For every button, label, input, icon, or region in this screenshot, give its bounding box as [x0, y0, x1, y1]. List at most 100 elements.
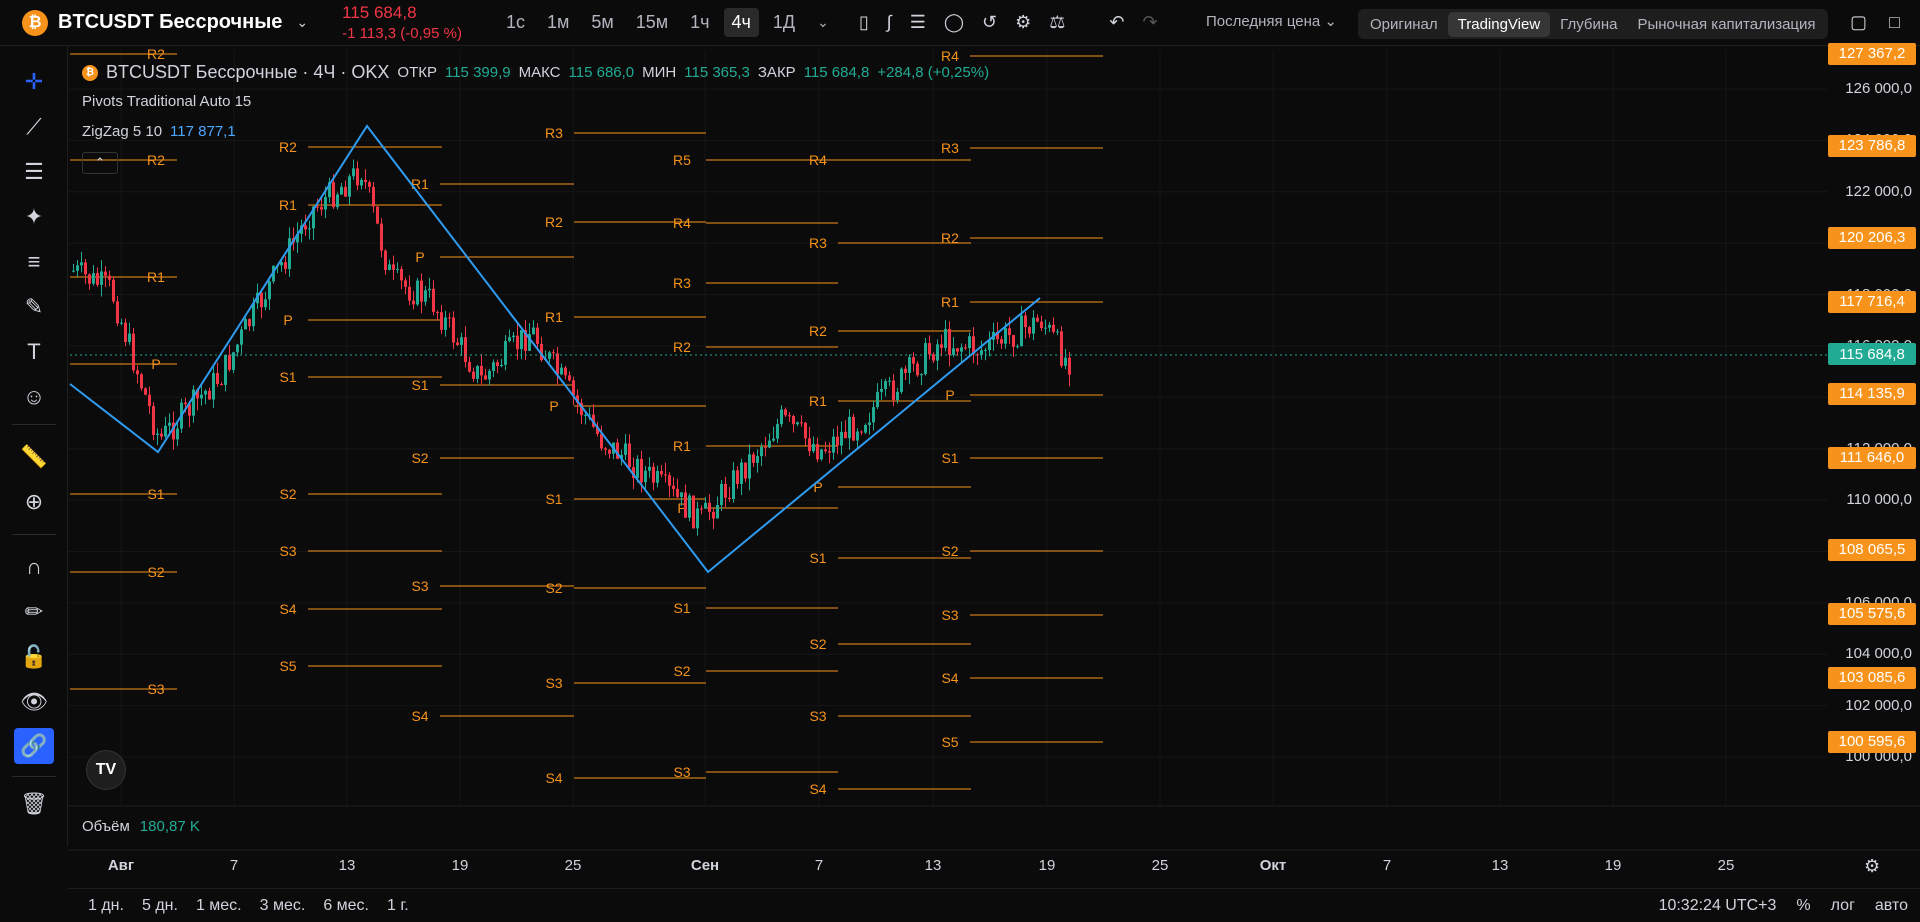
pivot-label: R3 [673, 275, 691, 291]
candle-body [1012, 335, 1015, 347]
pivot-label: S1 [809, 550, 826, 566]
candle-body [368, 182, 371, 187]
candle-body [520, 330, 523, 350]
candle-body [868, 422, 871, 425]
candle-body [848, 416, 851, 439]
pivot-label: S4 [279, 601, 296, 617]
candle-body [808, 438, 811, 452]
candle-body [1004, 328, 1007, 344]
candle-body [820, 449, 823, 460]
candle-body [660, 471, 663, 475]
pivot-levels: R2 R1 P S1 S2 S3 R2 R2 R1 P S1 S2 S3 S4 S5 R1 P S1 S2 S3 S4 R… [70, 46, 1103, 797]
price-chart[interactable]: R2 R1 P S1 S2 S3 R2 R2 R1 P S1 S2 S3 S4 S5 R1 P S1 S2 S3 S4 R… [0, 0, 1920, 922]
range-3m[interactable]: 3 мес. [260, 897, 306, 915]
candle-body [944, 328, 947, 348]
candle-body [140, 374, 143, 389]
pivot-label: R2 [673, 339, 691, 355]
candle-body [664, 474, 667, 476]
candle-body [736, 470, 739, 484]
candle-body [76, 265, 79, 271]
range-1d[interactable]: 1 дн. [88, 897, 124, 915]
pivot-label: P [415, 249, 424, 265]
axis-settings-icon[interactable]: ⚙ [1864, 856, 1880, 877]
candle-body [812, 444, 815, 452]
candle-body [872, 407, 875, 423]
bitcoin-small-icon: ₿ [82, 64, 98, 81]
time-axis-label: Окт [1259, 857, 1287, 874]
pivot-label: R3 [545, 125, 563, 141]
pivot-price-tag: 120 206,3 [1828, 226, 1916, 249]
candle-body [636, 458, 639, 478]
collapse-legend-button[interactable]: ⌃ [82, 152, 118, 174]
candle-body [100, 271, 103, 285]
candle-body [956, 348, 959, 352]
tradingview-logo[interactable]: TV [86, 750, 126, 790]
pivot-label: P [549, 398, 558, 414]
clock[interactable]: 10:32:24 UTC+3 [1659, 897, 1777, 915]
price-axis-label: 126 000,0 [1845, 80, 1912, 97]
pivot-price-tag: 100 595,6 [1828, 730, 1916, 753]
candle-body [236, 344, 239, 353]
candle-body [432, 288, 435, 312]
close-value: 115 684,8 [803, 64, 870, 81]
open-value: 115 399,9 [444, 64, 511, 81]
pivot-label: S5 [279, 658, 296, 674]
time-axis-label: 19 [1038, 857, 1056, 874]
candle-body [404, 280, 407, 287]
candle-body [816, 444, 819, 460]
candle-body [684, 492, 687, 518]
pivots-label: Pivots Traditional Auto 15 [82, 93, 252, 110]
candle-body [412, 300, 415, 305]
range-5d[interactable]: 5 дн. [142, 897, 178, 915]
candle-body [232, 352, 235, 370]
pivot-label: R3 [809, 235, 827, 251]
candle-body [316, 206, 319, 208]
candle-body [1008, 328, 1011, 336]
candle-body [360, 179, 363, 186]
auto-toggle[interactable]: авто [1875, 897, 1908, 915]
pivot-label: S3 [279, 543, 296, 559]
time-axis-label: 7 [1382, 857, 1392, 874]
candle-body [152, 406, 155, 435]
candle-body [1036, 317, 1039, 322]
candle-body [828, 451, 831, 453]
pivot-label: P [945, 387, 954, 403]
candle-body [112, 279, 115, 302]
pivot-label: S3 [941, 607, 958, 623]
candle-body [176, 428, 179, 440]
percent-toggle[interactable]: % [1796, 897, 1810, 915]
range-1y[interactable]: 1 г. [387, 897, 409, 915]
pivot-label: P [151, 356, 160, 372]
candle-body [264, 299, 267, 308]
pivot-label: R3 [941, 140, 959, 156]
candle-body [836, 436, 839, 446]
candle-body [584, 414, 587, 416]
volume-legend: Объём 180,87 K [82, 818, 200, 835]
candle-body [548, 352, 551, 359]
candle-body [420, 280, 423, 302]
range-buttons: 1 дн. 5 дн. 1 мес. 3 мес. 6 мес. 1 г. [88, 897, 409, 915]
candle-body [436, 311, 439, 313]
candle-body [720, 483, 723, 505]
candle-body [748, 454, 751, 479]
pivot-label: S4 [809, 781, 826, 797]
candle-body [108, 275, 111, 280]
candle-body [156, 433, 159, 435]
range-6m[interactable]: 6 мес. [323, 897, 369, 915]
candle-body [160, 433, 163, 437]
candle-body [556, 353, 559, 375]
candle-body [516, 335, 519, 350]
candle-body [652, 466, 655, 483]
candle-body [116, 301, 119, 324]
grid [68, 50, 1828, 806]
candle-body [144, 388, 147, 395]
indicator-pivots[interactable]: Pivots Traditional Auto 15 [82, 93, 251, 110]
candle-body [964, 347, 967, 349]
candle-body [984, 349, 987, 351]
candle-body [228, 354, 231, 370]
candle-body [552, 352, 555, 354]
log-toggle[interactable]: лог [1831, 897, 1855, 915]
candle-body [788, 415, 791, 417]
indicator-zigzag[interactable]: ZigZag 5 10 117 877,1 [82, 123, 236, 140]
range-1m[interactable]: 1 мес. [196, 897, 242, 915]
